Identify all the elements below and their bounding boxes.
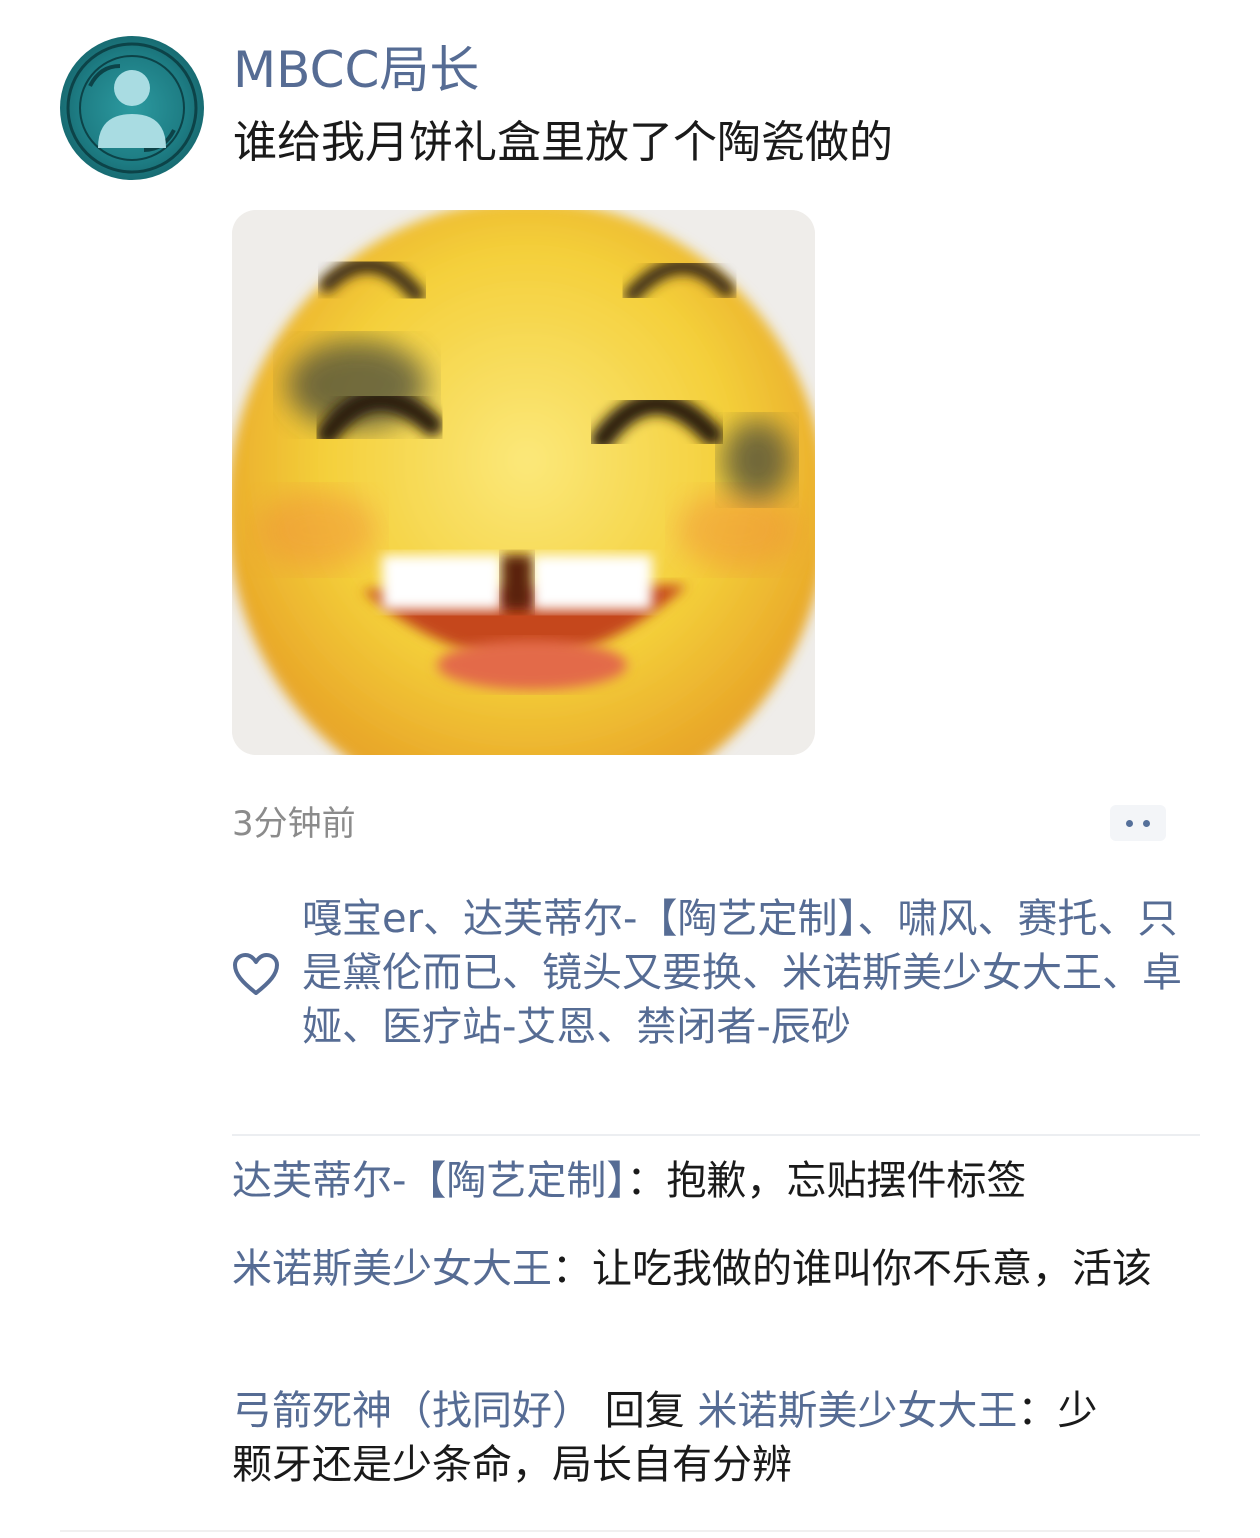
reply-to-author[interactable]: 米诺斯美少女大王 — [697, 1388, 1017, 1434]
post-image[interactable] — [232, 210, 815, 755]
comment-item[interactable]: 弓箭死神（找同好） 回复 米诺斯美少女大王：少颗牙还是少条命，局长自有分辨 — [232, 1384, 1102, 1492]
comment-text: 让吃我做的谁叫你不乐意，活该 — [592, 1246, 1152, 1292]
likers-list[interactable]: 嘎宝er、达芙蒂尔-【陶艺定制】、啸风、赛托、只是黛伦而已、镜头又要换、米诺斯美… — [302, 892, 1197, 1054]
post-author[interactable]: MBCC局长 — [233, 40, 479, 100]
heart-icon[interactable] — [232, 952, 280, 996]
comment-author[interactable]: 弓箭死神（找同好） — [232, 1388, 592, 1434]
avatar[interactable] — [60, 36, 204, 180]
comment-separator: ： — [626, 1158, 667, 1204]
comment-author[interactable]: 达芙蒂尔-【陶艺定制】 — [232, 1158, 626, 1204]
comment-separator: ： — [1017, 1388, 1058, 1434]
two-dots-icon-dot2 — [1143, 820, 1150, 827]
more-options-button[interactable] — [1110, 805, 1166, 841]
divider — [232, 1134, 1200, 1136]
bottom-divider — [60, 1530, 1200, 1532]
reply-word: 回复 — [592, 1388, 698, 1434]
comment-item[interactable]: 米诺斯美少女大王：让吃我做的谁叫你不乐意，活该 — [232, 1242, 1172, 1296]
comment-item[interactable]: 达芙蒂尔-【陶艺定制】：抱歉，忘贴摆件标签 — [232, 1154, 1172, 1208]
comment-separator: ： — [552, 1246, 592, 1292]
post-timestamp: 3分钟前 — [232, 804, 356, 844]
comment-author[interactable]: 米诺斯美少女大王 — [232, 1246, 552, 1292]
emoji-face-image — [232, 210, 815, 755]
post-text: 谁给我月饼礼盒里放了个陶瓷做的 — [233, 117, 893, 168]
two-dots-icon — [1126, 820, 1133, 827]
comment-text: 抱歉，忘贴摆件标签 — [666, 1158, 1027, 1204]
avatar-seal-image — [66, 42, 198, 174]
likes-section: 嘎宝er、达芙蒂尔-【陶艺定制】、啸风、赛托、只是黛伦而已、镜头又要换、米诺斯美… — [232, 892, 1200, 1120]
